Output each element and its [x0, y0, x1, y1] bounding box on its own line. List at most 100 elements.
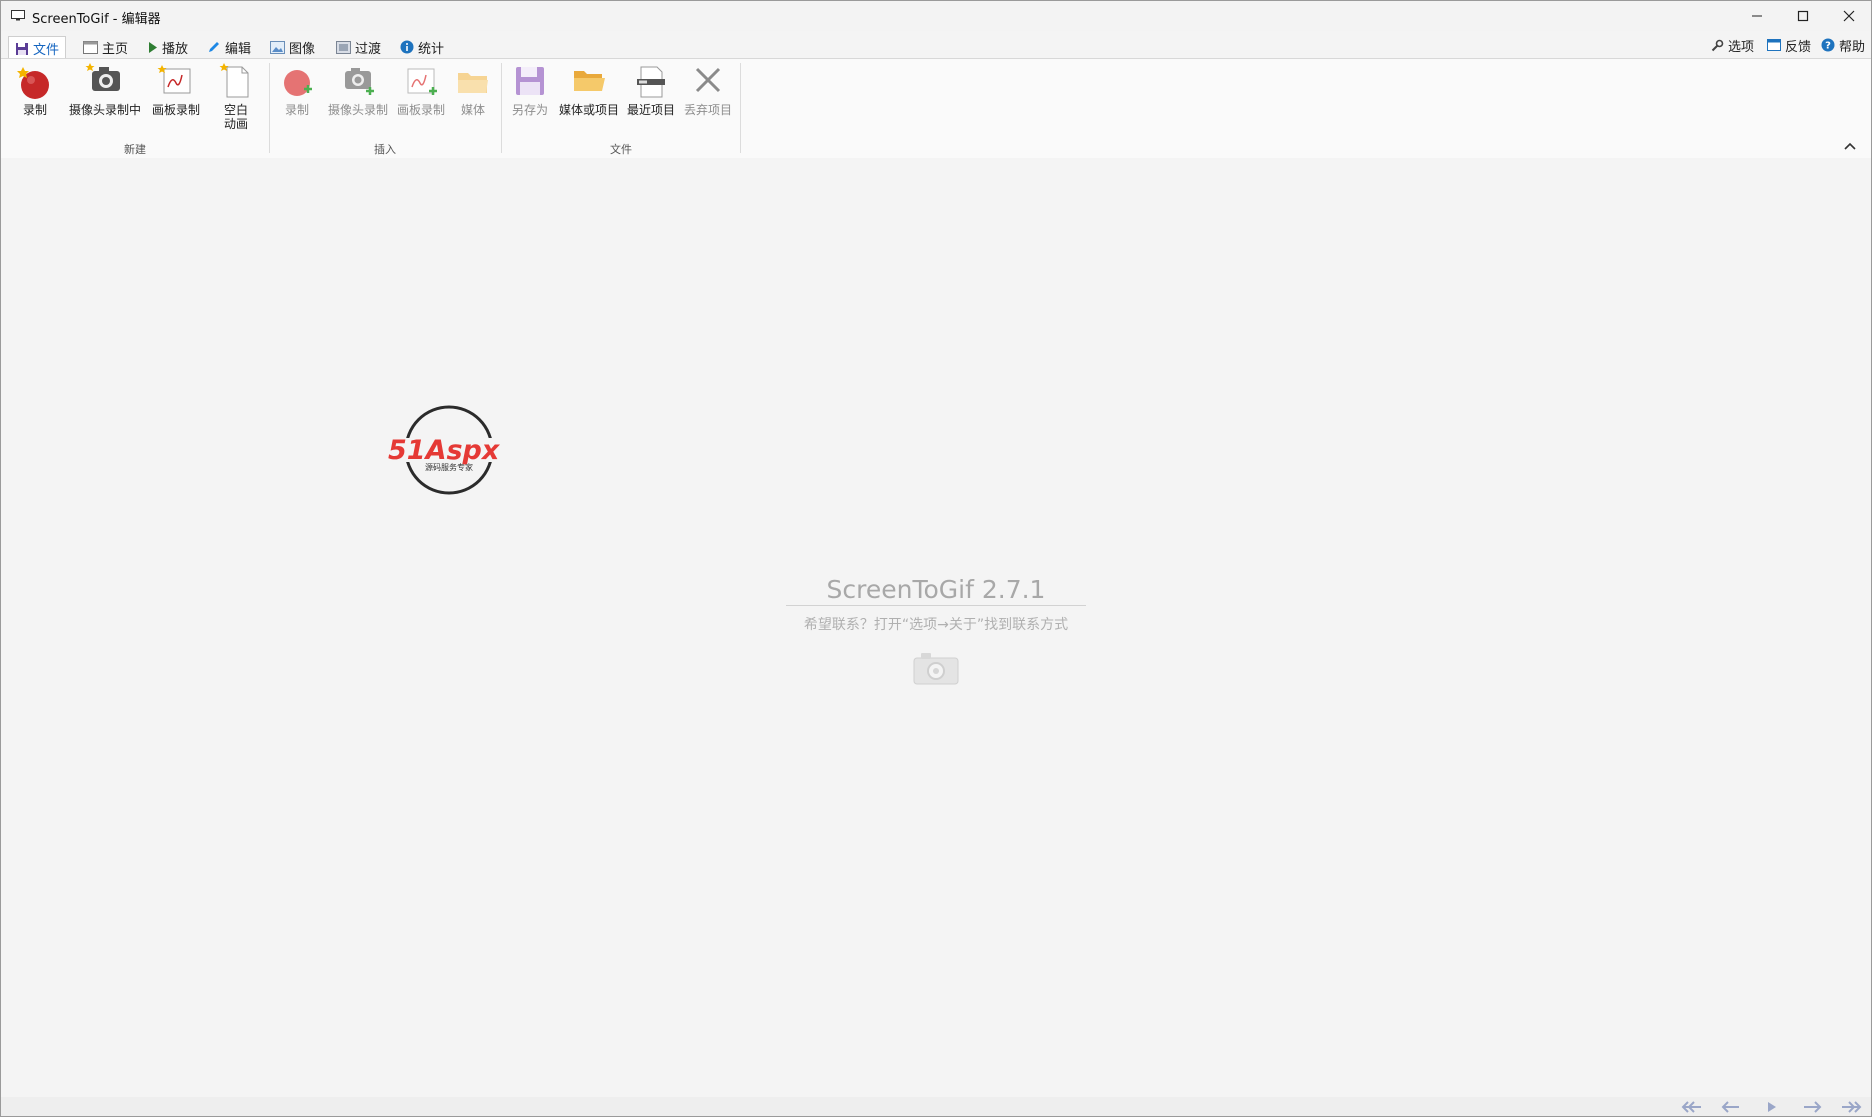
tab-playback[interactable]: 播放	[142, 36, 194, 58]
webcam-icon	[85, 63, 120, 91]
new-board-record-button[interactable]: 画板录制	[147, 61, 205, 118]
feedback-window-icon	[1767, 39, 1781, 51]
recent-projects-icon	[637, 66, 665, 98]
feedback-link[interactable]: 反馈	[1767, 35, 1811, 55]
button-label: 另存为	[511, 103, 548, 117]
button-label: 录制	[284, 103, 309, 117]
previous-frame-icon	[1721, 1101, 1739, 1113]
ribbon-panel: 录制 摄像头录制中 画板录制 空白 动画 新建 录制 摄像头录制 画板录制 媒体…	[1, 58, 1871, 159]
button-label: 摄像头录制中	[68, 103, 141, 117]
blank-page-icon	[219, 63, 249, 98]
record-add-icon	[284, 70, 312, 96]
monitor-icon	[11, 10, 25, 21]
options-link[interactable]: 选项	[1711, 35, 1754, 55]
save-as-button[interactable]: 另存为	[509, 61, 551, 118]
first-frame-icon	[1681, 1101, 1701, 1113]
previous-frame-button[interactable]	[1716, 1098, 1746, 1116]
logo-subtext: 源码服务专家	[425, 462, 473, 472]
webcam-add-icon	[345, 68, 374, 95]
pencil-icon	[209, 42, 219, 52]
maximize-button[interactable]	[1780, 1, 1826, 31]
contact-hint: 希望联系？打开“选项→关于”找到联系方式	[803, 617, 1069, 633]
home-window-icon	[83, 40, 98, 54]
divider	[786, 605, 1086, 606]
recent-projects-button[interactable]: 最近项目	[625, 61, 677, 118]
play-button[interactable]	[1757, 1098, 1787, 1116]
button-label: 丢弃项目	[683, 103, 732, 117]
tab-label: 播放	[162, 41, 189, 57]
folder-open-icon	[574, 71, 605, 91]
minimize-icon	[1752, 15, 1762, 17]
discard-project-button[interactable]: 丢弃项目	[682, 61, 734, 118]
last-frame-icon	[1842, 1101, 1862, 1113]
minimize-button[interactable]	[1734, 1, 1780, 31]
window-title: ScreenToGif - 编辑器	[32, 12, 161, 27]
button-label: 媒体	[460, 103, 485, 117]
floppy-icon	[516, 67, 544, 95]
insert-webcam-record-button[interactable]: 摄像头录制	[324, 61, 392, 118]
button-label: 空白 动画	[223, 103, 248, 131]
title-bar: ScreenToGif - 编辑器	[1, 1, 1871, 31]
help-icon: ?	[1821, 38, 1835, 52]
new-record-button[interactable]: 录制	[15, 61, 55, 118]
board-add-icon	[407, 68, 437, 95]
folder-icon	[458, 73, 488, 93]
watermark-logo: 51Aspx 源码服务专家	[386, 402, 514, 498]
tab-label: 过渡	[355, 41, 382, 57]
maximize-icon	[1797, 10, 1809, 22]
wrench-icon	[1711, 39, 1724, 51]
close-icon	[1843, 10, 1855, 22]
ribbon-tab-bar: 文件 主页 播放 编辑 图像 过渡 统计	[1, 33, 1871, 60]
tab-edit[interactable]: 编辑	[201, 36, 257, 58]
app-version-title: ScreenToGif 2.7.1	[826, 575, 1046, 604]
next-frame-button[interactable]	[1797, 1098, 1827, 1116]
save-icon	[16, 42, 28, 55]
help-label: 帮助	[1839, 39, 1866, 55]
button-label: 录制	[22, 103, 47, 117]
svg-text:?: ?	[1825, 41, 1831, 52]
play-icon	[1768, 1102, 1776, 1112]
tab-label: 编辑	[225, 41, 252, 57]
tab-home[interactable]: 主页	[77, 36, 134, 58]
open-media-project-button[interactable]: 媒体或项目	[557, 61, 621, 118]
info-icon	[400, 40, 414, 54]
play-icon	[149, 41, 157, 53]
first-frame-button[interactable]	[1676, 1098, 1706, 1116]
insert-board-record-button[interactable]: 画板录制	[394, 61, 448, 118]
next-frame-icon	[1804, 1101, 1822, 1113]
new-webcam-record-button[interactable]: 摄像头录制中	[65, 61, 145, 118]
tab-statistics[interactable]: 统计	[394, 36, 450, 58]
board-icon	[157, 65, 191, 94]
feedback-label: 反馈	[1785, 39, 1812, 55]
frame-navigation-bar	[1, 1097, 1871, 1116]
group-separator	[269, 63, 270, 153]
group-separator	[501, 63, 502, 153]
tab-image[interactable]: 图像	[264, 36, 321, 58]
logo-graphic: 51Aspx 源码服务专家	[388, 405, 510, 495]
group-label-insert: 插入	[374, 143, 396, 156]
insert-media-button[interactable]: 媒体	[453, 61, 493, 118]
button-label: 媒体或项目	[558, 103, 619, 117]
new-blank-animation-button[interactable]: 空白 动画	[216, 61, 256, 131]
tab-label: 文件	[33, 43, 60, 58]
help-link[interactable]: ? 帮助	[1821, 35, 1865, 55]
discard-icon	[695, 67, 721, 93]
button-label: 摄像头录制	[327, 103, 388, 117]
tab-transition[interactable]: 过渡	[330, 36, 387, 58]
close-button[interactable]	[1826, 1, 1872, 31]
insert-record-button[interactable]: 录制	[277, 61, 317, 118]
tab-label: 图像	[289, 41, 316, 57]
record-icon	[17, 67, 49, 99]
tab-label: 主页	[102, 41, 129, 57]
camera-icon	[913, 653, 959, 685]
tab-file[interactable]: 文件	[8, 36, 67, 60]
logo-text: 51Aspx	[388, 435, 501, 466]
options-label: 选项	[1728, 39, 1755, 55]
image-icon	[270, 40, 285, 54]
last-frame-button[interactable]	[1837, 1098, 1867, 1116]
button-label: 最近项目	[626, 103, 675, 117]
transition-icon	[336, 40, 351, 54]
button-label: 画板录制	[396, 103, 445, 117]
editor-window: ScreenToGif - 编辑器 文件 主页 播放 编辑 图像 过渡 统计 选…	[0, 0, 1872, 1117]
collapse-ribbon-icon[interactable]	[1843, 139, 1857, 153]
